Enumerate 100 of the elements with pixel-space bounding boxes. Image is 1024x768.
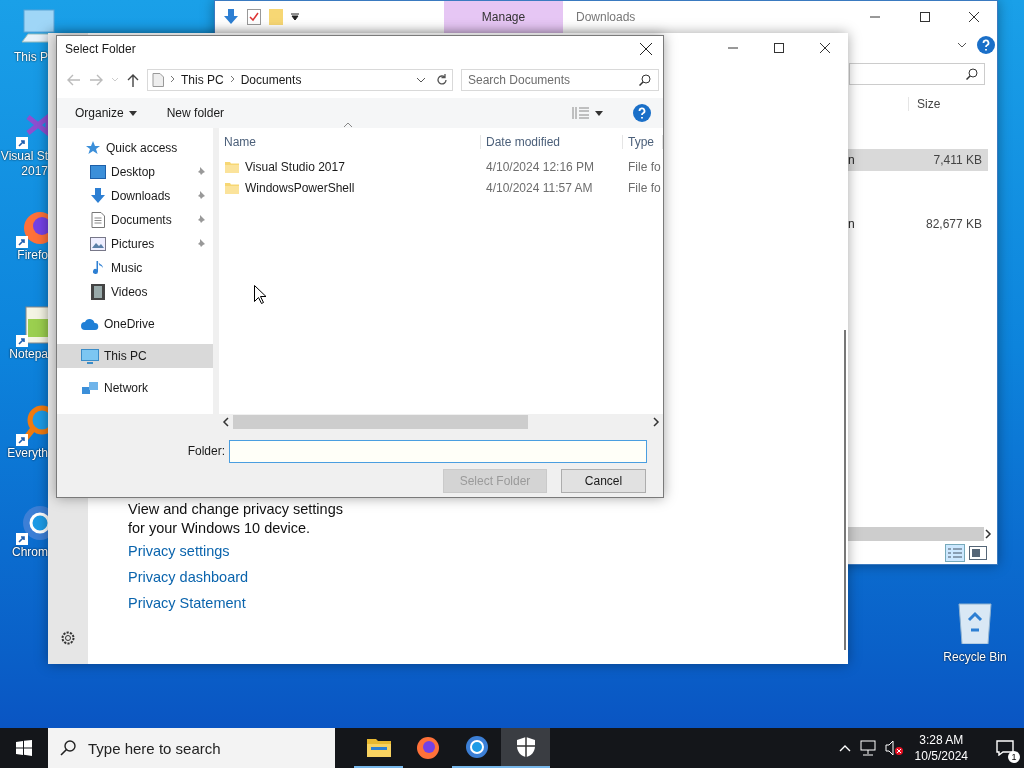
chevron-right-icon[interactable] bbox=[984, 529, 992, 539]
chevron-right-icon bbox=[229, 75, 235, 85]
chevron-right-icon bbox=[170, 75, 175, 85]
nav-item[interactable]: This PC bbox=[57, 344, 213, 368]
view-menu-button[interactable] bbox=[572, 106, 603, 120]
toolbar-button[interactable]: New folder bbox=[166, 106, 225, 120]
chevron-right-icon[interactable] bbox=[652, 417, 660, 427]
desktop-icon bbox=[90, 165, 106, 179]
desktop-icon-label[interactable]: Everyth bbox=[7, 446, 48, 461]
breadcrumb[interactable]: This PC bbox=[181, 73, 224, 87]
search-icon bbox=[639, 74, 651, 86]
network-icon bbox=[81, 380, 99, 396]
table-cell-text: File fo bbox=[627, 159, 662, 174]
file-row[interactable]: n 7,411 KB bbox=[848, 149, 988, 171]
recycle-bin-icon[interactable] bbox=[957, 600, 993, 644]
music-note-icon bbox=[92, 260, 104, 276]
search-icon bbox=[966, 68, 978, 80]
privacy-link[interactable]: Privacy dashboard bbox=[128, 568, 249, 586]
browser-circle-icon bbox=[464, 735, 489, 759]
table-cell-text: 82,677 KB bbox=[924, 217, 983, 231]
ribbon-tab[interactable]: Manage bbox=[444, 1, 563, 33]
taskbar-search-field[interactable]: Type here to search bbox=[48, 728, 335, 768]
folder-icon bbox=[225, 181, 239, 194]
thumbnail-view-icon[interactable] bbox=[969, 546, 987, 560]
dialog-title: Select Folder bbox=[65, 42, 136, 56]
monitor-icon bbox=[81, 348, 99, 364]
nav-item[interactable]: Videos bbox=[57, 280, 213, 304]
picture-icon bbox=[90, 237, 106, 251]
field-label: Folder: bbox=[186, 444, 226, 458]
mouse-cursor-icon bbox=[254, 285, 266, 304]
help-icon[interactable] bbox=[977, 36, 995, 54]
scrollbar-thumb[interactable] bbox=[848, 527, 984, 541]
table-cell-text: 4/10/2024 11:57 AM bbox=[485, 180, 594, 195]
download-arrow-icon bbox=[90, 188, 106, 204]
column-header[interactable]: Type bbox=[623, 135, 663, 149]
nav-item[interactable]: Desktop bbox=[57, 160, 213, 184]
settings-icon[interactable] bbox=[60, 630, 76, 646]
chevron-down-icon[interactable] bbox=[957, 41, 967, 49]
caret-icon bbox=[128, 110, 137, 116]
windows-logo-icon[interactable] bbox=[16, 740, 32, 756]
desktop-icon-label[interactable]: Notepa bbox=[9, 347, 48, 362]
help-icon[interactable] bbox=[633, 104, 651, 122]
chevron-left-icon[interactable] bbox=[222, 417, 230, 427]
notification-button[interactable]: 1 bbox=[990, 728, 1020, 768]
search-field[interactable]: Search Documents bbox=[461, 69, 659, 91]
up-arrow-icon[interactable] bbox=[127, 73, 139, 87]
table-cell-text: 4/10/2024 12:16 PM bbox=[485, 159, 596, 174]
desktop-icon-label[interactable]: Recycle Bin bbox=[943, 650, 1007, 665]
nav-item[interactable]: OneDrive bbox=[57, 312, 213, 336]
search-field[interactable] bbox=[849, 63, 985, 85]
window-title: Downloads bbox=[575, 10, 637, 24]
toolbar-button[interactable]: Organize bbox=[75, 106, 137, 120]
chevron-down-icon[interactable] bbox=[416, 76, 426, 84]
refresh-icon[interactable] bbox=[436, 74, 448, 86]
muted-speaker-icon[interactable] bbox=[884, 740, 903, 756]
table-cell: Visual Studio 2017 bbox=[245, 159, 345, 174]
nav-item[interactable]: Downloads bbox=[57, 184, 213, 208]
privacy-link[interactable]: Privacy settings bbox=[128, 542, 230, 560]
chevron-up-icon[interactable] bbox=[838, 744, 851, 752]
download-arrow-icon[interactable] bbox=[223, 9, 239, 25]
taskbar-app-button[interactable] bbox=[501, 728, 550, 768]
scrollbar-thumb[interactable] bbox=[844, 330, 846, 650]
dialog-button[interactable]: Cancel bbox=[561, 469, 646, 493]
folder-icon bbox=[225, 160, 239, 173]
notification-count: 1 bbox=[1008, 751, 1020, 763]
nav-item[interactable]: Documents bbox=[57, 208, 213, 232]
desktop-icon-label[interactable]: Firefo bbox=[17, 248, 48, 263]
nav-item[interactable]: Music bbox=[57, 256, 213, 280]
column-header[interactable]: Name bbox=[219, 135, 481, 149]
table-cell: WindowsPowerShell bbox=[245, 180, 355, 195]
description-text: View and change privacy settings for your Windows 10 device. bbox=[128, 500, 344, 538]
desktop-icon-label[interactable]: Chrom bbox=[12, 545, 48, 560]
address-bar[interactable]: This PC Documents bbox=[147, 69, 453, 91]
cloud-icon bbox=[81, 318, 99, 330]
caret-icon[interactable] bbox=[291, 13, 299, 21]
message-icon bbox=[996, 740, 1014, 756]
file-row[interactable]: n 82,677 KB bbox=[848, 213, 988, 235]
clock[interactable]: 3:28 AM 10/5/2024 bbox=[914, 732, 968, 764]
table-cell-text: n bbox=[848, 217, 856, 231]
column-header[interactable]: Date modified bbox=[481, 135, 623, 149]
document-icon bbox=[91, 212, 105, 228]
scrollbar-thumb[interactable] bbox=[233, 415, 528, 429]
table-cell-text: 7,411 KB bbox=[932, 153, 983, 167]
folder-row[interactable]: WindowsPowerShell 4/10/2024 11:57 AM File fo bbox=[219, 177, 663, 198]
film-icon bbox=[91, 284, 105, 300]
caret-icon bbox=[595, 110, 603, 116]
nav-item[interactable]: Pictures bbox=[57, 232, 213, 256]
checklist-icon[interactable] bbox=[247, 9, 261, 25]
nav-item[interactable]: Network bbox=[57, 376, 213, 400]
nav-item[interactable]: Quick access bbox=[57, 136, 213, 160]
privacy-link[interactable]: Privacy Statement bbox=[128, 594, 246, 612]
shield-icon bbox=[515, 736, 536, 758]
table-cell-text: File fo bbox=[627, 180, 662, 195]
document-icon bbox=[152, 73, 164, 87]
column-header[interactable]: Size bbox=[908, 97, 988, 111]
folder-input-field[interactable] bbox=[229, 439, 647, 463]
network-icon[interactable] bbox=[858, 740, 877, 756]
folder-row[interactable]: Visual Studio 2017 4/10/2024 12:16 PM File fo bbox=[219, 156, 663, 177]
star-icon bbox=[85, 140, 101, 156]
breadcrumb[interactable]: Documents bbox=[240, 73, 302, 87]
